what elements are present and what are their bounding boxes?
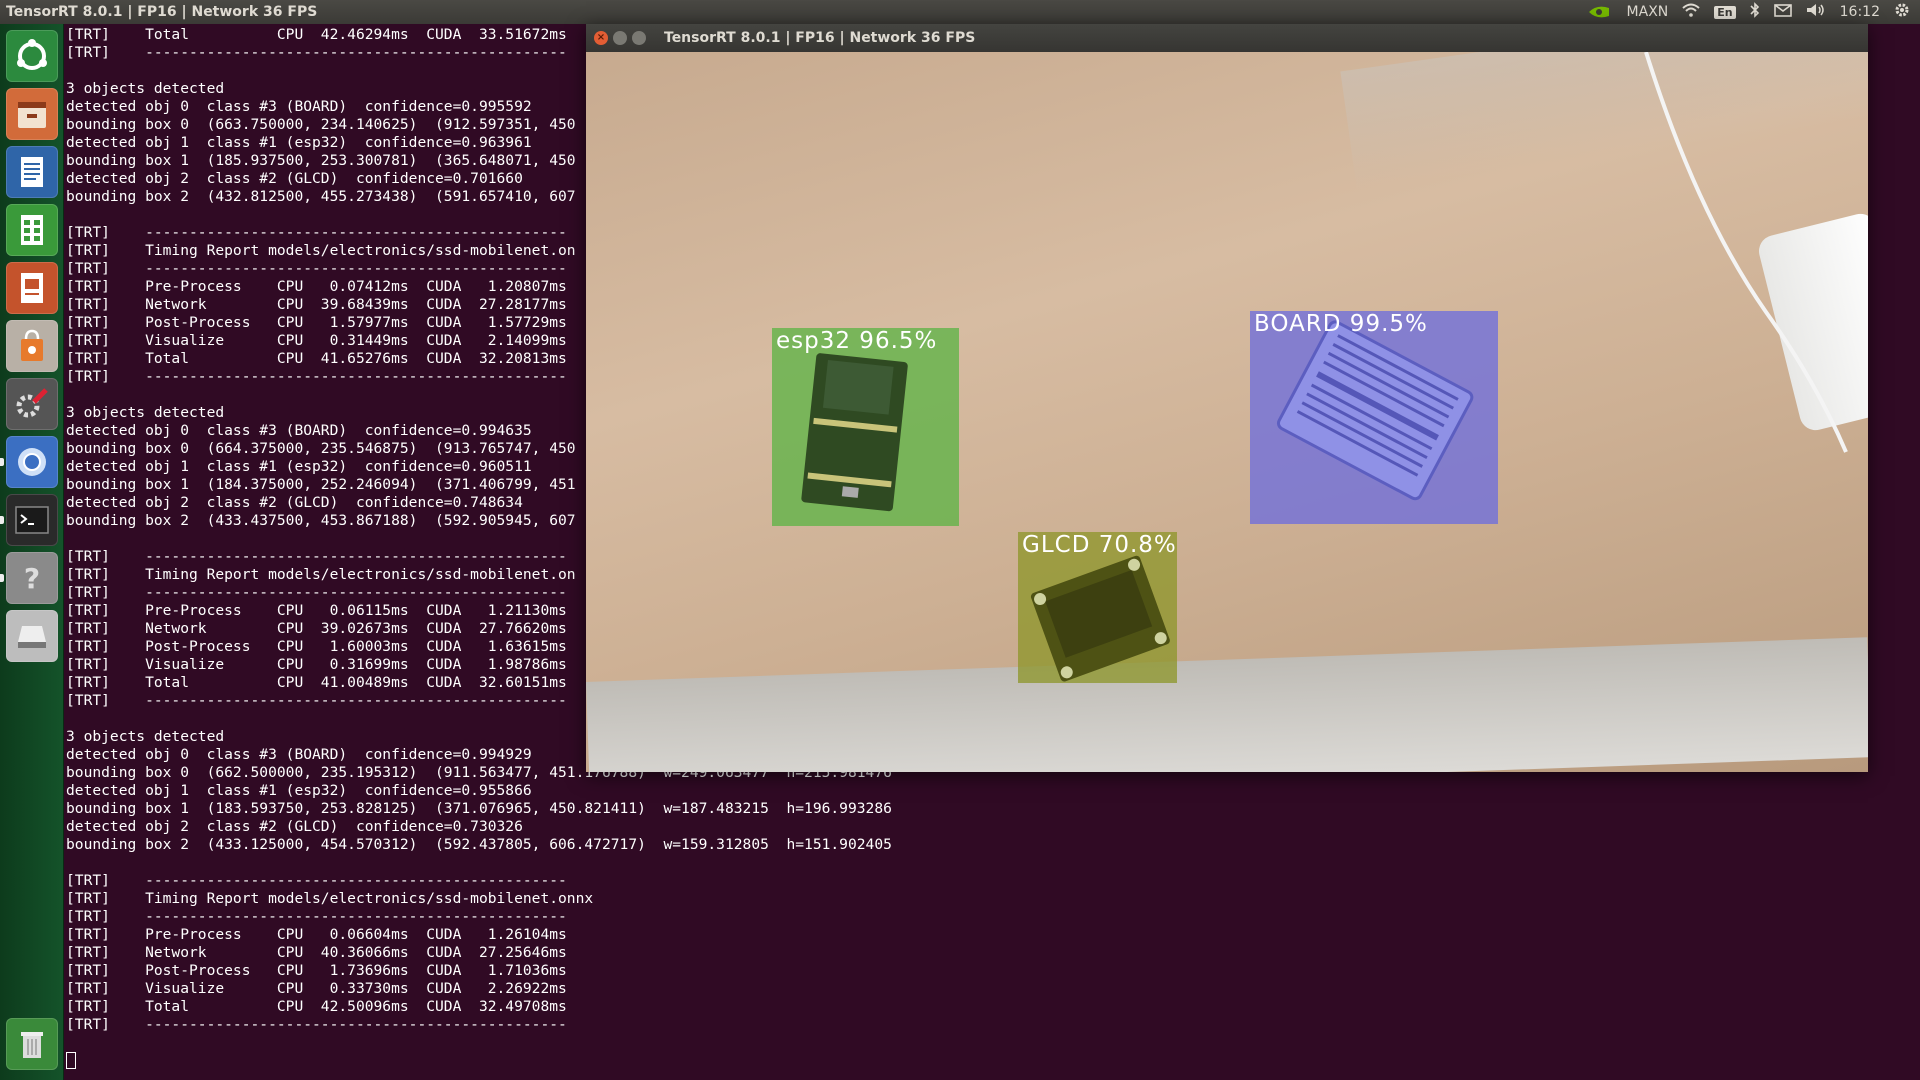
- camera-view: esp32 96.5% BOARD 99.5% GLCD 70.8%: [586, 52, 1868, 772]
- files-icon[interactable]: [6, 88, 58, 140]
- terminal-line: [TRT] Visualize CPU 0.33730ms CUDA 2.269…: [66, 980, 567, 997]
- writer-icon[interactable]: [6, 146, 58, 198]
- detection-glcd: GLCD 70.8%: [1018, 532, 1177, 683]
- settings-gear-icon[interactable]: [1894, 2, 1910, 22]
- software-center-icon[interactable]: [6, 320, 58, 372]
- impress-icon[interactable]: [6, 262, 58, 314]
- detection-board: BOARD 99.5%: [1250, 311, 1498, 524]
- terminal-line: [TRT] Pre-Process CPU 0.06604ms CUDA 1.2…: [66, 926, 567, 943]
- minimize-button[interactable]: [613, 31, 627, 45]
- launcher: ?: [0, 24, 64, 1080]
- terminal-line: [TRT] Timing Report models/electronics/s…: [66, 890, 594, 907]
- terminal-prompt[interactable]: [66, 1052, 892, 1070]
- clock[interactable]: 16:12: [1840, 4, 1880, 20]
- terminal-line: [TRT] Network CPU 40.36066ms CUDA 27.256…: [66, 944, 567, 961]
- drive-icon[interactable]: [6, 610, 58, 662]
- detection-glcd-label: GLCD 70.8%: [1022, 532, 1177, 558]
- system-tray: MAXN En 16:12: [1587, 2, 1920, 22]
- maximize-button[interactable]: [632, 31, 646, 45]
- terminal-line: bounding box 2 (433.125000, 454.570312) …: [66, 836, 892, 853]
- trash-icon[interactable]: [6, 1018, 58, 1070]
- svg-text:?: ?: [24, 562, 40, 595]
- active-window-title: TensorRT 8.0.1 | FP16 | Network 36 FPS: [6, 4, 318, 20]
- terminal-icon[interactable]: [6, 494, 58, 546]
- bluetooth-icon[interactable]: [1750, 2, 1760, 22]
- settings-icon[interactable]: [6, 378, 58, 430]
- camera-window-titlebar[interactable]: × TensorRT 8.0.1 | FP16 | Network 36 FPS: [586, 24, 1868, 52]
- terminal-cursor: [66, 1052, 76, 1069]
- keyboard-layout-indicator[interactable]: En: [1714, 5, 1736, 19]
- terminal-line: [TRT] ----------------------------------…: [66, 1016, 567, 1033]
- help-icon[interactable]: ?: [6, 552, 58, 604]
- terminal-line: detected obj 2 class #2 (GLCD) confidenc…: [66, 818, 523, 835]
- power-mode-label[interactable]: MAXN: [1627, 4, 1669, 20]
- camera-window[interactable]: × TensorRT 8.0.1 | FP16 | Network 36 FPS…: [586, 24, 1868, 772]
- terminal-line: detected obj 1 class #1 (esp32) confiden…: [66, 782, 532, 799]
- chromium-icon[interactable]: [6, 436, 58, 488]
- terminal-line: [TRT] Post-Process CPU 1.73696ms CUDA 1.…: [66, 962, 567, 979]
- detection-board-label: BOARD 99.5%: [1254, 311, 1428, 337]
- terminal-line: [TRT] ----------------------------------…: [66, 872, 567, 889]
- top-panel: TensorRT 8.0.1 | FP16 | Network 36 FPS M…: [0, 0, 1920, 24]
- mail-icon[interactable]: [1773, 3, 1792, 21]
- nvidia-icon[interactable]: [1587, 4, 1613, 20]
- terminal-line: bounding box 1 (183.593750, 253.828125) …: [66, 800, 892, 817]
- wifi-icon[interactable]: [1682, 3, 1700, 21]
- terminal-line: [TRT] Total CPU 42.50096ms CUDA 32.49708…: [66, 998, 567, 1015]
- terminal-line: [TRT] ----------------------------------…: [66, 908, 567, 925]
- detection-esp32: esp32 96.5%: [772, 328, 959, 526]
- ubuntu-logo-icon[interactable]: [6, 30, 58, 82]
- detection-esp32-label: esp32 96.5%: [776, 328, 938, 354]
- camera-window-title: TensorRT 8.0.1 | FP16 | Network 36 FPS: [664, 30, 976, 46]
- close-button[interactable]: ×: [594, 31, 608, 45]
- calc-icon[interactable]: [6, 204, 58, 256]
- volume-icon[interactable]: [1806, 3, 1826, 21]
